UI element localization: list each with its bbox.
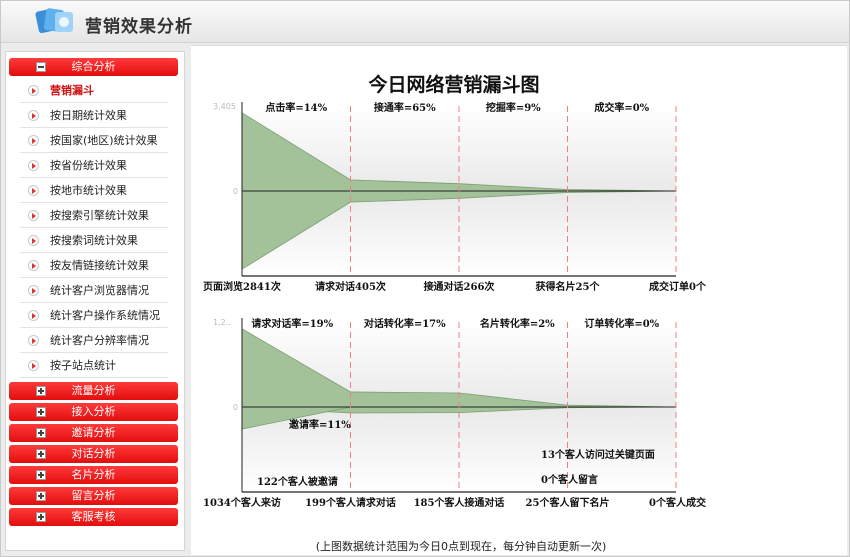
sidebar-item-label: 按子站点统计 xyxy=(50,359,116,372)
note-label: 0个客人留言 xyxy=(541,473,598,486)
sidebar-group-label: 客服考核 xyxy=(71,510,116,523)
stage-label: 成交订单0个 xyxy=(649,280,707,293)
chevron-right-icon xyxy=(28,235,39,246)
y-tick-label: 3,405 xyxy=(213,102,236,111)
expand-icon xyxy=(36,512,46,522)
sidebar-group-label: 对话分析 xyxy=(71,447,116,460)
sidebar-group-label: 流量分析 xyxy=(71,384,116,397)
sidebar-group-6[interactable]: 留言分析 xyxy=(9,487,178,505)
rate-label: 成交率=0% xyxy=(594,101,649,114)
sidebar-group-1[interactable]: 流量分析 xyxy=(9,382,178,400)
expand-icon xyxy=(36,386,46,396)
branch-rate-label: 邀请率=11% xyxy=(289,418,351,431)
sidebar-item-5[interactable]: 按搜索引擎统计效果 xyxy=(20,203,168,228)
chevron-right-icon xyxy=(28,160,39,171)
sidebar-item-2[interactable]: 按国家(地区)统计效果 xyxy=(20,128,168,153)
rate-label: 接通率=65% xyxy=(374,101,436,114)
y-tick-label: 0 xyxy=(233,187,238,196)
sidebar-item-label: 统计客户浏览器情况 xyxy=(50,284,149,297)
sidebar-group-label: 留言分析 xyxy=(71,489,116,502)
chart-title: 今日网络营销漏斗图 xyxy=(367,73,539,96)
main-panel: 今日网络营销漏斗图 3,405 0 点击率=14% 接通率=65% 挖掘率=9% 成交率=0… xyxy=(191,45,847,555)
sidebar-group-label: 综合分析 xyxy=(71,60,116,73)
sidebar-group-3[interactable]: 邀请分析 xyxy=(9,424,178,442)
rate-label: 名片转化率=2% xyxy=(480,317,555,330)
sidebar-item-8[interactable]: 统计客户浏览器情况 xyxy=(20,278,168,303)
sidebar-item-6[interactable]: 按搜索词统计效果 xyxy=(20,228,168,253)
sidebar-item-7[interactable]: 按友情链接统计效果 xyxy=(20,253,168,278)
y-tick-label: 0 xyxy=(233,403,238,412)
rate-label: 请求对话率=19% xyxy=(251,317,333,330)
sidebar-item-11[interactable]: 按子站点统计 xyxy=(20,353,168,378)
sidebar-item-label: 按国家(地区)统计效果 xyxy=(50,134,158,147)
expand-icon xyxy=(36,407,46,417)
y-tick-label: 1,2.. xyxy=(213,318,231,327)
chevron-right-icon xyxy=(28,110,39,121)
stage-label: 获得名片25个 xyxy=(535,280,601,293)
sidebar-group-label: 名片分析 xyxy=(71,468,116,481)
stage-label: 25个客人留下名片 xyxy=(526,496,610,509)
stage-label: 请求对话405次 xyxy=(315,280,386,293)
stage-label: 185个客人接通对话 xyxy=(414,496,505,509)
sidebar-item-label: 按友情链接统计效果 xyxy=(50,259,149,272)
stage-label: 页面浏览2841次 xyxy=(203,280,281,293)
chevron-right-icon xyxy=(28,360,39,371)
sidebar-item-10[interactable]: 统计客户分辨率情况 xyxy=(20,328,168,353)
funnel-charts: 今日网络营销漏斗图 3,405 0 点击率=14% 接通率=65% 挖掘率=9% 成交率=0… xyxy=(203,73,707,509)
rate-label: 点击率=14% xyxy=(265,101,327,114)
sidebar: 综合分析营销漏斗按日期统计效果按国家(地区)统计效果 按省份统计效果 按地市统计效果… xyxy=(5,51,185,551)
rate-label: 订单转化率=0% xyxy=(584,317,659,330)
sidebar-group-0[interactable]: 综合分析 xyxy=(9,58,178,76)
chevron-right-icon xyxy=(28,135,39,146)
chevron-right-icon xyxy=(28,210,39,221)
stage-label: 1034个客人来访 xyxy=(203,496,281,509)
sidebar-group-5[interactable]: 名片分析 xyxy=(9,466,178,484)
app-title: 营销效果分析 xyxy=(85,17,193,37)
stage-label: 接通对话266次 xyxy=(424,280,495,293)
chevron-right-icon xyxy=(28,285,39,296)
sidebar-item-label: 统计客户操作系统情况 xyxy=(50,309,160,322)
stage-label: 199个客人请求对话 xyxy=(305,496,396,509)
sidebar-item-3[interactable]: 按省份统计效果 xyxy=(20,153,168,178)
sidebar-item-9[interactable]: 统计客户操作系统情况 xyxy=(20,303,168,328)
expand-icon xyxy=(36,470,46,480)
sidebar-item-0[interactable]: 营销漏斗 xyxy=(20,78,168,103)
sidebar-item-label: 统计客户分辨率情况 xyxy=(50,334,149,347)
chevron-right-icon xyxy=(28,85,39,96)
stage-label: 0个客人成交 xyxy=(649,496,706,509)
app-logo-icon xyxy=(35,8,73,34)
app-window: 营销效果分析 综合分析营销漏斗按日期统计效果按国家(地区)统计效果 按省份统计效果… xyxy=(0,0,850,557)
chevron-right-icon xyxy=(28,310,39,321)
sidebar-item-label: 营销漏斗 xyxy=(50,84,94,97)
sidebar-item-label: 按地市统计效果 xyxy=(50,184,127,197)
sidebar-group-label: 接入分析 xyxy=(71,405,116,418)
sidebar-item-1[interactable]: 按日期统计效果 xyxy=(20,103,168,128)
collapse-icon xyxy=(36,62,46,72)
sidebar-group-2[interactable]: 接入分析 xyxy=(9,403,178,421)
rate-label: 挖掘率=9% xyxy=(486,101,541,114)
branch-label: 122个客人被邀请 xyxy=(257,475,338,488)
sidebar-item-label: 按省份统计效果 xyxy=(50,159,127,172)
app-header: 营销效果分析 xyxy=(1,1,849,43)
chevron-right-icon xyxy=(28,185,39,196)
rate-label: 对话转化率=17% xyxy=(364,317,446,330)
chevron-right-icon xyxy=(28,335,39,346)
sidebar-item-label: 按搜索词统计效果 xyxy=(50,234,138,247)
sidebar-item-label: 按日期统计效果 xyxy=(50,109,127,122)
sidebar-item-label: 按搜索引擎统计效果 xyxy=(50,209,149,222)
sidebar-group-4[interactable]: 对话分析 xyxy=(9,445,178,463)
expand-icon xyxy=(36,428,46,438)
note-label: 13个客人访问过关键页面 xyxy=(541,448,655,461)
sidebar-group-7[interactable]: 客服考核 xyxy=(9,508,178,526)
sidebar-group-label: 邀请分析 xyxy=(71,426,116,439)
chevron-right-icon xyxy=(28,260,39,271)
footnote: (上图数据统计范围为今日0点到现在，每分钟自动更新一次) xyxy=(315,540,607,553)
expand-icon xyxy=(36,449,46,459)
sidebar-item-4[interactable]: 按地市统计效果 xyxy=(20,178,168,203)
expand-icon xyxy=(36,491,46,501)
